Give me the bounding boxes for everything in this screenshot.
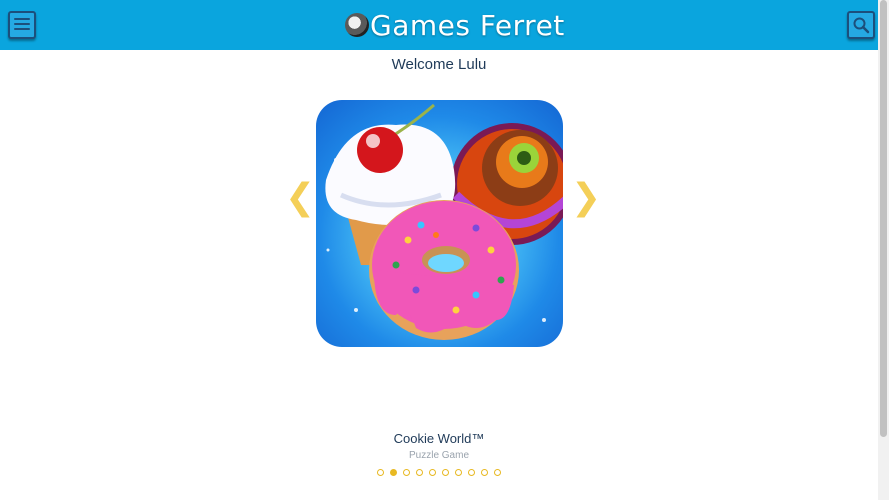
ferret-icon bbox=[345, 13, 369, 37]
scrollbar-thumb[interactable] bbox=[880, 0, 887, 437]
pagination-dot[interactable] bbox=[429, 469, 436, 476]
search-icon bbox=[853, 17, 870, 34]
pagination-dot[interactable] bbox=[416, 469, 423, 476]
pagination-dot[interactable] bbox=[455, 469, 462, 476]
brand-logo[interactable]: Games Ferret bbox=[345, 6, 565, 44]
game-artwork-illustration bbox=[325, 103, 563, 340]
search-button[interactable] bbox=[847, 11, 875, 39]
game-title[interactable]: Cookie World™ bbox=[0, 431, 878, 446]
pagination-dot[interactable] bbox=[481, 469, 488, 476]
pagination-dot[interactable] bbox=[390, 469, 397, 476]
pagination-dot[interactable] bbox=[403, 469, 410, 476]
pagination-dot[interactable] bbox=[377, 469, 384, 476]
game-artwork[interactable] bbox=[316, 100, 563, 347]
pagination-dot[interactable] bbox=[442, 469, 449, 476]
top-header: Games Ferret bbox=[0, 0, 878, 50]
page-scrollbar[interactable] bbox=[878, 0, 889, 500]
carousel-prev-button[interactable]: ❮ bbox=[285, 180, 315, 216]
chevron-right-icon: ❯ bbox=[571, 177, 602, 218]
carousel-next-button[interactable]: ❯ bbox=[571, 180, 601, 216]
welcome-message: Welcome Lulu bbox=[391, 56, 487, 73]
pagination-dot[interactable] bbox=[494, 469, 501, 476]
game-genre: Puzzle Game bbox=[408, 450, 470, 461]
brand-name: Games Ferret bbox=[370, 8, 565, 42]
menu-icon bbox=[14, 18, 30, 32]
pagination-dot[interactable] bbox=[468, 469, 475, 476]
chevron-left-icon: ❮ bbox=[285, 177, 316, 218]
menu-button[interactable] bbox=[8, 11, 36, 39]
